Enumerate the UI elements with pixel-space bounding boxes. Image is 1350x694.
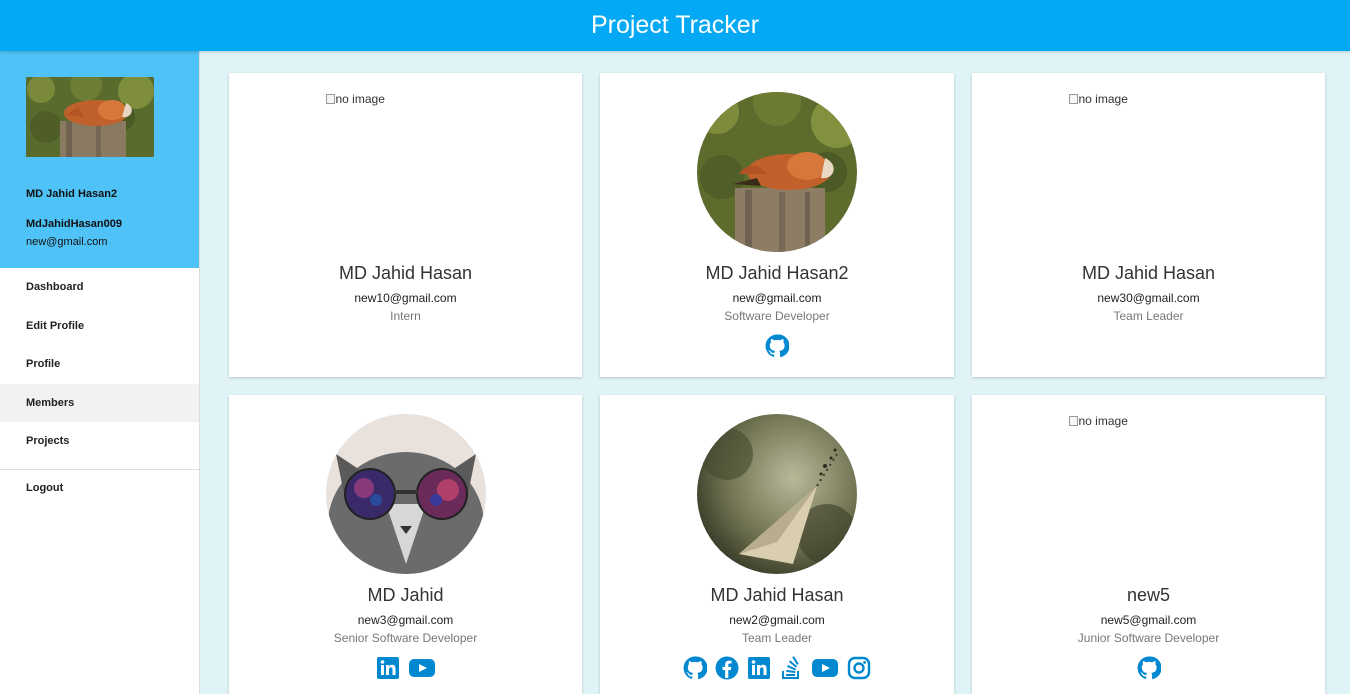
app-bar: Project Tracker bbox=[0, 0, 1350, 51]
member-role: Junior Software Developer bbox=[1077, 631, 1220, 645]
member-role: Software Developer bbox=[724, 309, 830, 323]
nav-projects[interactable]: Projects bbox=[0, 422, 199, 461]
member-email: new10@gmail.com bbox=[354, 291, 457, 305]
stackoverflow-icon[interactable] bbox=[779, 656, 803, 680]
sidebar-email: new@gmail.com bbox=[26, 236, 108, 248]
app-title: Project Tracker bbox=[590, 11, 760, 39]
github-icon[interactable] bbox=[765, 334, 789, 358]
youtube-icon[interactable] bbox=[408, 656, 436, 680]
social-links bbox=[229, 656, 582, 680]
image-alt-text: no image bbox=[335, 92, 385, 106]
broken-image-icon bbox=[1068, 94, 1078, 104]
sidebar-nav: Dashboard Edit Profile Profile Members P… bbox=[0, 268, 199, 461]
sidebar-user-name: MD Jahid Hasan2 bbox=[26, 188, 118, 200]
sidebar-avatar bbox=[26, 77, 154, 157]
nav-dashboard[interactable]: Dashboard bbox=[0, 268, 199, 307]
linkedin-icon[interactable] bbox=[747, 656, 771, 680]
member-card: MD Jahid new3@gmail.com Senior Software … bbox=[229, 395, 582, 694]
member-email: new5@gmail.com bbox=[1100, 613, 1197, 627]
member-name: MD Jahid Hasan bbox=[338, 263, 473, 283]
image-alt-text: no image bbox=[1078, 414, 1128, 428]
member-card: no image new5 new5@gmail.com Junior Soft… bbox=[972, 395, 1325, 694]
member-email: new30@gmail.com bbox=[1097, 291, 1200, 305]
member-name: MD Jahid Hasan2 bbox=[705, 263, 849, 283]
paper-plane-photo-icon bbox=[697, 414, 857, 574]
member-photo-broken: no image bbox=[1068, 92, 1229, 252]
member-photo-broken: no image bbox=[1068, 414, 1229, 574]
social-links bbox=[972, 656, 1325, 680]
member-role: Team Leader bbox=[1113, 309, 1184, 323]
image-alt-text: no image bbox=[1078, 92, 1128, 106]
member-photo bbox=[697, 92, 857, 252]
youtube-icon[interactable] bbox=[811, 656, 839, 680]
github-icon[interactable] bbox=[683, 656, 707, 680]
member-photo bbox=[325, 414, 486, 574]
linkedin-icon[interactable] bbox=[376, 656, 400, 680]
social-links bbox=[600, 334, 954, 358]
facebook-icon[interactable] bbox=[715, 656, 739, 680]
social-links bbox=[600, 656, 954, 680]
instagram-icon[interactable] bbox=[847, 656, 871, 680]
cat-photo-icon bbox=[325, 414, 486, 574]
nav-edit-profile[interactable]: Edit Profile bbox=[0, 307, 199, 346]
member-card: MD Jahid Hasan new2@gmail.com Team Leade… bbox=[600, 395, 954, 694]
member-photo bbox=[697, 414, 857, 574]
member-name: MD Jahid Hasan bbox=[1081, 263, 1216, 283]
github-icon[interactable] bbox=[1137, 656, 1161, 680]
member-name: new5 bbox=[1126, 585, 1171, 605]
nav-profile[interactable]: Profile bbox=[0, 345, 199, 384]
sidebar: MD Jahid Hasan2 MdJahidHasan009 new@gmai… bbox=[0, 51, 200, 694]
member-card: MD Jahid Hasan2 new@gmail.com Software D… bbox=[600, 73, 954, 377]
logout-button[interactable]: Logout bbox=[0, 470, 199, 508]
member-role: Team Leader bbox=[741, 631, 813, 645]
fox-photo-icon bbox=[697, 92, 857, 252]
nav-members[interactable]: Members bbox=[0, 383, 199, 422]
broken-image-icon bbox=[325, 94, 335, 104]
member-card: no image MD Jahid Hasan new10@gmail.com … bbox=[229, 73, 582, 377]
sidebar-username: MdJahidHasan009 bbox=[26, 218, 122, 230]
member-role: Senior Software Developer bbox=[333, 631, 478, 645]
member-card: no image MD Jahid Hasan new30@gmail.com … bbox=[972, 73, 1325, 377]
member-role: Intern bbox=[390, 309, 421, 323]
member-email: new3@gmail.com bbox=[357, 613, 454, 627]
member-photo-broken: no image bbox=[325, 92, 486, 252]
sidebar-profile-header: MD Jahid Hasan2 MdJahidHasan009 new@gmai… bbox=[0, 51, 199, 268]
member-name: MD Jahid Hasan bbox=[710, 585, 844, 605]
fox-photo-icon bbox=[26, 77, 154, 157]
member-email: new@gmail.com bbox=[732, 291, 822, 305]
broken-image-icon bbox=[1068, 416, 1078, 426]
member-name: MD Jahid bbox=[367, 585, 444, 605]
member-email: new2@gmail.com bbox=[729, 613, 825, 627]
